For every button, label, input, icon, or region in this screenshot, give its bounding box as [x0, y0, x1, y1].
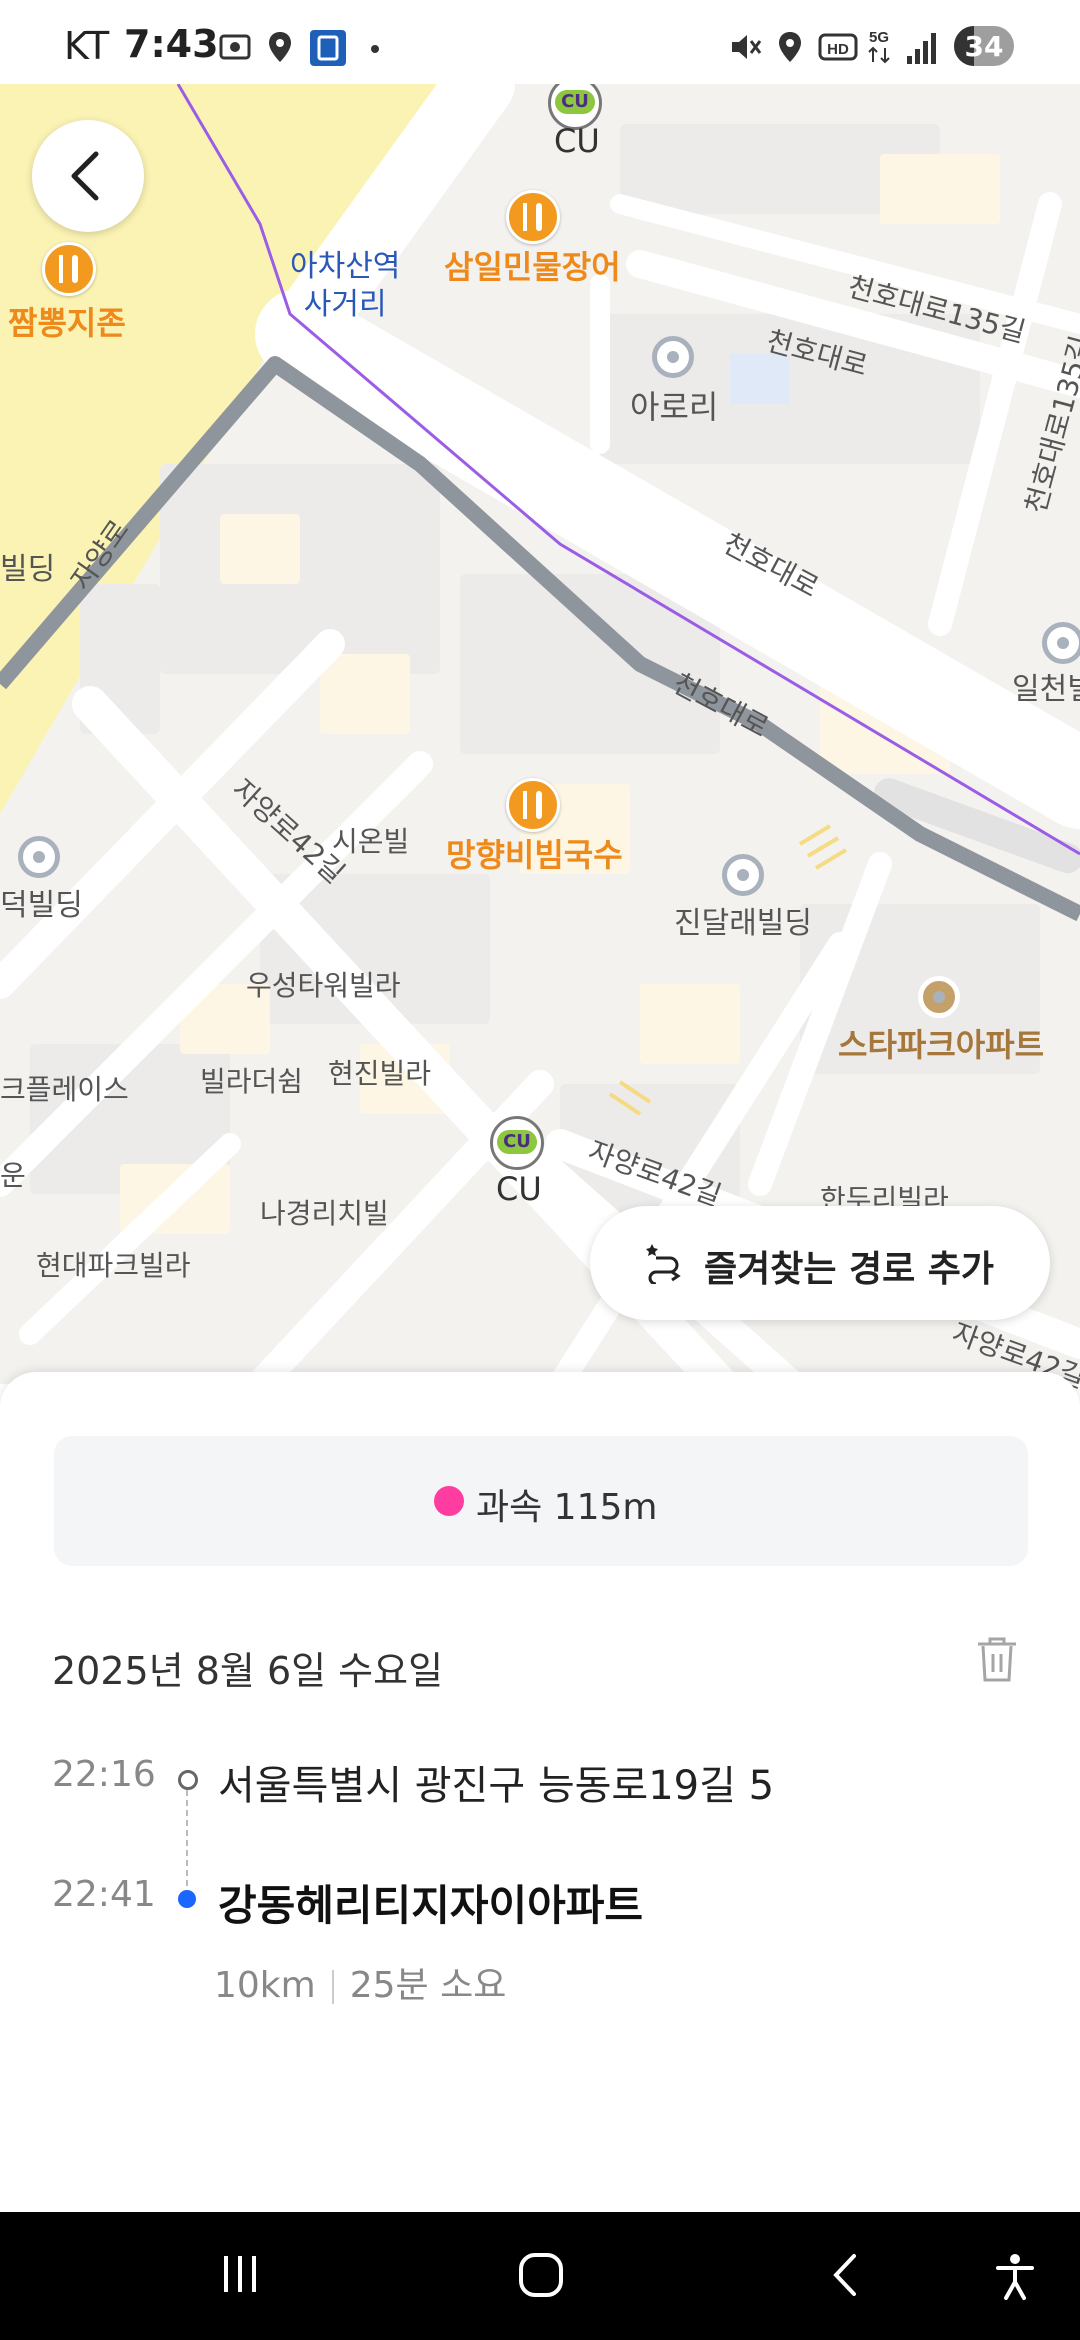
map-view[interactable]: CU CU 짬뽕지존 아차산역 사거리 삼일민물장어 천호대로135길 천호대로… [0, 76, 1080, 1395]
poi-manghyang[interactable]: 망향비빔국수 [446, 830, 623, 876]
poi-jindal: 진달래빌딩 [674, 906, 812, 941]
poi-wooseong: 우성타워빌라 [246, 969, 401, 1002]
trip-distance: 10km [214, 1965, 316, 2006]
poi-deok: 덕빌딩 [0, 888, 83, 923]
signal-icon [907, 33, 936, 64]
screenshot-icon [219, 34, 251, 60]
destination-name: 강동헤리티지자이아파트 [218, 1881, 644, 1930]
restaurant-icon[interactable] [506, 190, 560, 244]
origin-time: 22:16 [52, 1754, 156, 1795]
accessibility-button[interactable] [994, 2252, 1036, 2302]
recents-button[interactable] [218, 2252, 262, 2296]
intersection-label: 아차산역 사거리 [290, 249, 401, 322]
poi-nagyeong: 나경리치빌 [260, 1197, 389, 1230]
poi-place: 크플레이스 [0, 1073, 129, 1106]
speeding-dot-icon [434, 1486, 464, 1516]
add-favorite-route-button[interactable]: 즐겨찾는 경로 추가 [590, 1206, 1050, 1320]
gps-icon [779, 32, 801, 62]
poi-building-left: 빌딩 [0, 552, 56, 587]
status-bar: KT 7:43 HD 5G 34 [0, 0, 1080, 84]
origin-dot-icon [178, 1770, 198, 1790]
apartment-icon[interactable] [918, 976, 960, 1018]
carrier-label: KT [64, 24, 110, 68]
trip-duration: 25분 소요 [349, 1965, 507, 2006]
trip-summary: 10km 25분 소요 [214, 1956, 506, 2008]
cu-label-bottom: CU [496, 1170, 542, 1208]
hd-voice-icon: HD [818, 33, 858, 61]
destination-time: 22:41 [52, 1874, 156, 1915]
divider [331, 1970, 334, 2004]
poi-un: 운 [0, 1159, 26, 1192]
route-connector [186, 1790, 188, 1886]
back-button[interactable] [32, 120, 144, 232]
nav-back-button[interactable] [826, 2252, 866, 2298]
5g-icon: 5G [868, 29, 890, 64]
battery-indicator: 34 [954, 26, 1014, 66]
speeding-summary[interactable]: 과속 115m [54, 1436, 1028, 1566]
system-nav-bar [0, 2212, 1080, 2340]
poi-sion: 시온빌 [332, 825, 410, 858]
poi-starpark[interactable]: 스타파크아파트 [838, 1020, 1044, 1066]
poi-arori[interactable]: 아로리 [630, 382, 718, 428]
poi-samil[interactable]: 삼일민물장어 [444, 242, 621, 288]
svg-text:5G: 5G [869, 29, 889, 46]
add-favorite-route-label: 즐겨찾는 경로 추가 [704, 1249, 995, 1290]
building-icon[interactable] [652, 336, 694, 378]
cu-label-top: CU [554, 122, 600, 160]
poi-hyundaipark: 현대파크빌라 [36, 1249, 191, 1282]
cu-store-icon[interactable]: CU [490, 1116, 544, 1170]
poi-hyunjin: 현진빌라 [328, 1057, 432, 1090]
speeding-text: 과속 115m [476, 1487, 658, 1528]
restaurant-icon[interactable] [42, 242, 96, 296]
svg-text:HD: HD [827, 41, 849, 58]
clock: 7:43 [124, 22, 219, 66]
route-star-icon [646, 1244, 681, 1284]
origin-address: 서울특별시 광진구 능동로19길 5 [218, 1763, 775, 1809]
trash-icon[interactable] [974, 1634, 1020, 1684]
home-button[interactable] [518, 2252, 564, 2298]
restaurant-icon[interactable] [506, 778, 560, 832]
battery-percent: 34 [964, 30, 1004, 63]
location-icon [269, 32, 291, 62]
poi-jjambbong[interactable]: 짬뽕지존 [8, 298, 126, 344]
app-notification-icon [310, 30, 346, 66]
chevron-left-icon [71, 151, 99, 201]
poi-villa-the-swim: 빌라더쉼 [200, 1065, 304, 1098]
trip-date: 2025년 8월 6일 수요일 [52, 1649, 444, 1693]
building-icon[interactable] [18, 836, 60, 878]
building-icon[interactable] [1042, 622, 1080, 664]
destination-dot-icon [178, 1890, 196, 1908]
poi-ilcheon: 일천빌 [1012, 672, 1080, 707]
more-dot-icon [371, 45, 379, 53]
mute-icon [732, 35, 762, 59]
building-icon[interactable] [722, 854, 764, 896]
